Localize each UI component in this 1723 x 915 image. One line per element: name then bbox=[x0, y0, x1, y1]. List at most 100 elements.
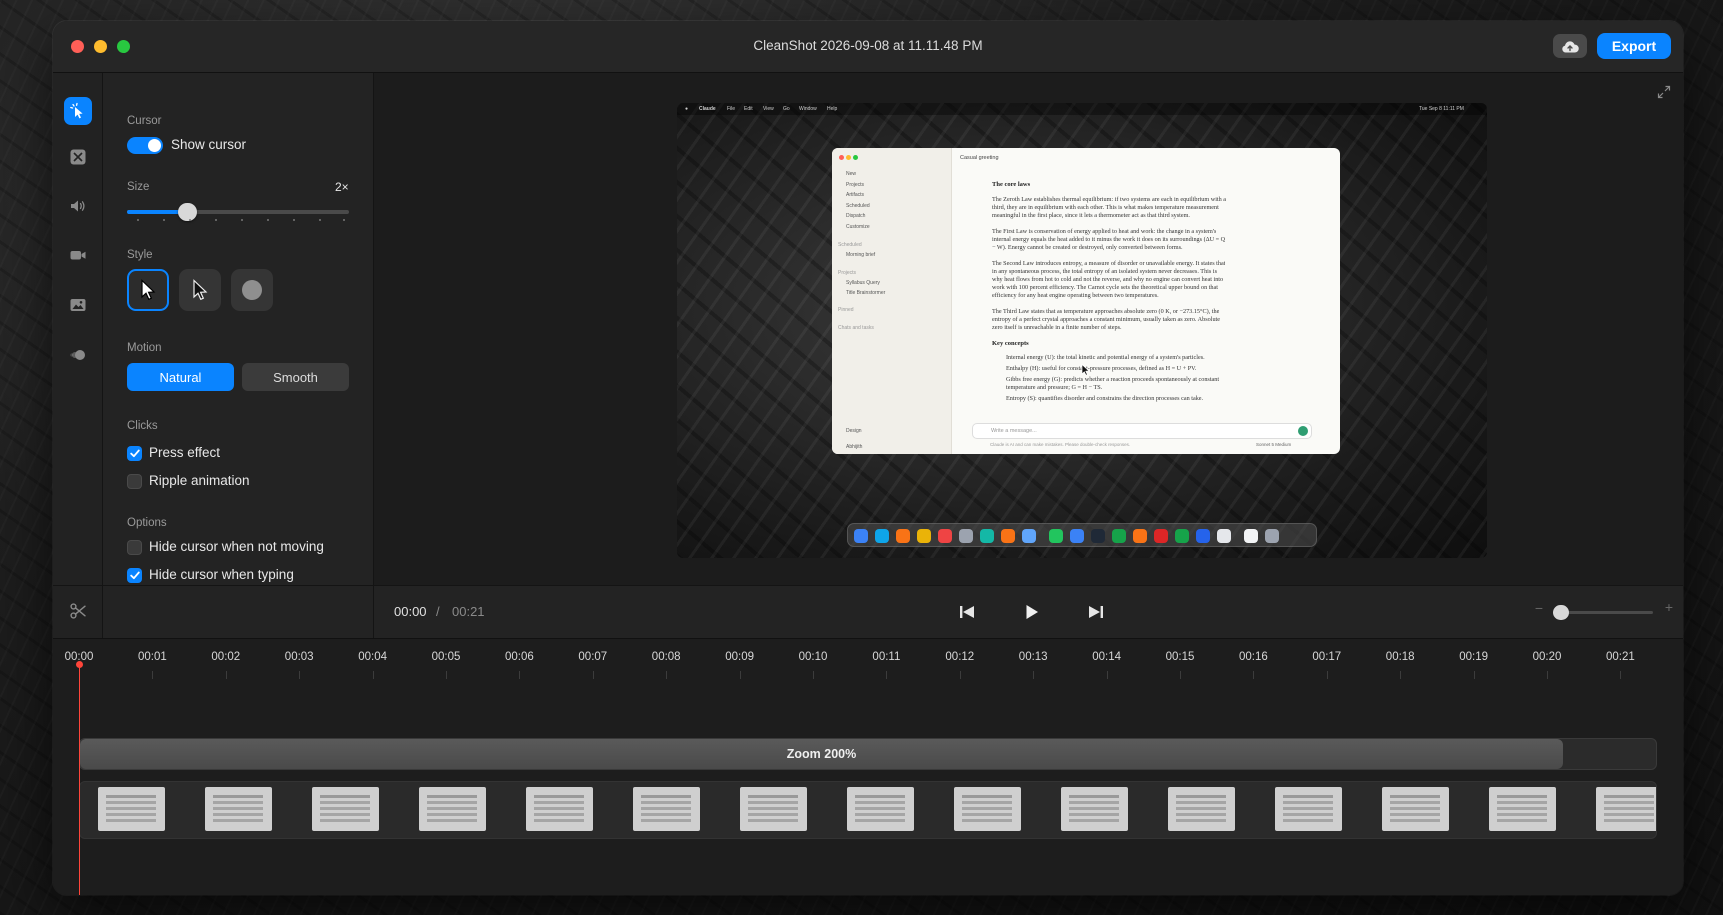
hide-typing-checkbox[interactable] bbox=[127, 568, 142, 583]
mini-side-item: New bbox=[846, 171, 857, 177]
trim-button[interactable] bbox=[69, 602, 87, 625]
video-camera-icon bbox=[70, 251, 86, 260]
export-button[interactable]: Export bbox=[1597, 33, 1671, 59]
hide-not-moving-checkbox[interactable] bbox=[127, 540, 142, 555]
motion-natural-button[interactable]: Natural bbox=[127, 363, 234, 391]
checkmark-icon bbox=[129, 449, 140, 458]
title-bar: CleanShot 2026-09-08 at 11.11.48 PM Expo… bbox=[53, 21, 1683, 73]
mini-side-heading: Projects bbox=[838, 270, 857, 276]
ripple-animation-checkbox[interactable] bbox=[127, 474, 142, 489]
video-thumbnail-strip[interactable] bbox=[79, 781, 1657, 839]
size-section-title: Size bbox=[127, 181, 150, 193]
press-effect-checkbox[interactable] bbox=[127, 446, 142, 461]
skip-back-button[interactable] bbox=[956, 601, 978, 623]
ruler-tick bbox=[1106, 671, 1108, 679]
size-slider-thumb[interactable] bbox=[178, 203, 197, 221]
mini-text-line: The First Law is conservation of energy … bbox=[992, 228, 1217, 235]
video-frame-thumbnail bbox=[205, 787, 272, 831]
mini-text-line: work with 100 percent efficiency. The Ca… bbox=[992, 284, 1218, 291]
cloud-upload-button[interactable] bbox=[1553, 34, 1587, 58]
ruler-tick bbox=[1180, 671, 1181, 679]
ruler-tick bbox=[1253, 671, 1255, 679]
rail-image-button[interactable] bbox=[64, 291, 92, 319]
motion-smooth-button[interactable]: Smooth bbox=[242, 363, 349, 391]
fullscreen-button[interactable] bbox=[1657, 85, 1671, 104]
ruler-time-label: 00:04 bbox=[358, 651, 387, 663]
mini-heading: The core laws bbox=[992, 181, 1031, 188]
play-button[interactable] bbox=[1021, 601, 1043, 623]
style-arrow-outlined-option[interactable] bbox=[127, 269, 169, 311]
mini-bullet: Internal energy (U): the total kinetic a… bbox=[1006, 354, 1205, 361]
video-frame-thumbnail bbox=[847, 787, 914, 831]
style-circle-option[interactable] bbox=[231, 269, 273, 311]
mini-text-line: − W). Energy cannot be created or destro… bbox=[992, 244, 1183, 251]
rail-motion-button[interactable] bbox=[64, 341, 92, 369]
ruler-tick bbox=[519, 671, 521, 679]
ruler-time-label: 00:13 bbox=[1018, 651, 1048, 663]
time-separator: / bbox=[436, 604, 440, 619]
timeline[interactable]: 00:00 00:01 00:02 00:03 00:04 00:05 00:06 00:07… bbox=[53, 638, 1683, 895]
video-frame-thumbnail bbox=[1382, 787, 1449, 831]
mini-disclaimer: Claude is AI and can make mistakes. Plea… bbox=[990, 442, 1131, 447]
mini-menu-edit: Edit bbox=[744, 106, 753, 112]
timeline-zoom-out-button[interactable]: − bbox=[1535, 600, 1543, 616]
mini-text-line: internal energy equals the heat added to… bbox=[992, 236, 1226, 243]
size-value: 2× bbox=[335, 180, 349, 194]
background-icon bbox=[70, 149, 86, 165]
mini-model-label: Sonnet 5 Medium bbox=[1256, 442, 1292, 447]
playhead[interactable] bbox=[79, 665, 80, 895]
ruler-tick bbox=[1326, 671, 1328, 679]
skip-forward-icon bbox=[1089, 606, 1103, 618]
ruler-tick bbox=[959, 671, 961, 679]
tool-rail bbox=[53, 73, 103, 638]
ruler-tick bbox=[666, 671, 668, 679]
mini-side-item: Projects bbox=[846, 182, 865, 188]
ruler-time-label: 00:14 bbox=[1092, 651, 1121, 663]
mini-side-item: Syllabus Query bbox=[846, 280, 880, 286]
mini-side-item: Morning brief bbox=[846, 252, 876, 258]
size-slider[interactable] bbox=[127, 203, 349, 221]
rail-camera-button[interactable] bbox=[64, 241, 92, 269]
options-section-title: Options bbox=[127, 517, 167, 529]
rail-audio-button[interactable] bbox=[64, 192, 92, 220]
app-window: CleanShot 2026-09-08 at 11.11.48 PM Expo… bbox=[53, 21, 1683, 895]
mini-text-line: meaningful in the first place, since it … bbox=[992, 212, 1190, 219]
transport-spacer bbox=[103, 585, 374, 638]
total-duration: 00:21 bbox=[452, 604, 485, 619]
mini-side-item: Artifacts bbox=[846, 192, 865, 198]
skip-forward-button[interactable] bbox=[1085, 601, 1107, 623]
ruler-time-label: 00:02 bbox=[211, 651, 241, 663]
timeline-zoom-in-button[interactable]: + bbox=[1665, 599, 1673, 615]
mini-text-line: in any spontaneous process, the total en… bbox=[992, 268, 1217, 275]
cursor-arrow-white-icon bbox=[141, 279, 156, 301]
recording-frame[interactable]: ● Claude File Edit View Go Window Help T… bbox=[677, 103, 1487, 558]
play-icon bbox=[1026, 605, 1038, 619]
ruler-tick bbox=[372, 671, 374, 679]
mini-menu-window: Window bbox=[799, 106, 817, 112]
image-icon bbox=[70, 299, 86, 311]
rail-background-button[interactable] bbox=[64, 143, 92, 171]
style-arrow-dark-option[interactable] bbox=[179, 269, 221, 311]
cursor-arrow-dark-icon bbox=[193, 279, 208, 301]
rail-cursor-button[interactable] bbox=[64, 97, 92, 125]
hide-typing-label: Hide cursor when typing bbox=[149, 567, 294, 582]
ruler-tick bbox=[886, 671, 888, 679]
video-frame-thumbnail bbox=[1489, 787, 1556, 831]
mini-menu-go: Go bbox=[783, 106, 790, 112]
mini-message-input: Write a message... bbox=[972, 423, 1312, 439]
mini-heading: Key concepts bbox=[992, 340, 1029, 347]
playhead-handle[interactable] bbox=[76, 661, 83, 668]
motion-section-title: Motion bbox=[127, 342, 162, 354]
zoom-segment[interactable]: Zoom 200% bbox=[80, 739, 1563, 769]
cursor-section-title: Cursor bbox=[127, 115, 162, 127]
timeline-zoom-slider[interactable] bbox=[1553, 605, 1653, 620]
skip-back-icon bbox=[960, 606, 974, 618]
zoom-track[interactable]: Zoom 200% bbox=[79, 738, 1657, 770]
mini-text-line: The Zeroth Law establishes thermal equil… bbox=[992, 196, 1227, 203]
timeline-zoom-thumb[interactable] bbox=[1553, 605, 1569, 620]
ruler-tick bbox=[739, 671, 741, 679]
ripple-animation-label: Ripple animation bbox=[149, 473, 250, 488]
show-cursor-toggle[interactable] bbox=[127, 137, 163, 154]
mini-text-line: why heat flows from hot to cold and not … bbox=[992, 276, 1224, 283]
mini-text-line: The Third Law states that as temperature… bbox=[992, 308, 1220, 315]
